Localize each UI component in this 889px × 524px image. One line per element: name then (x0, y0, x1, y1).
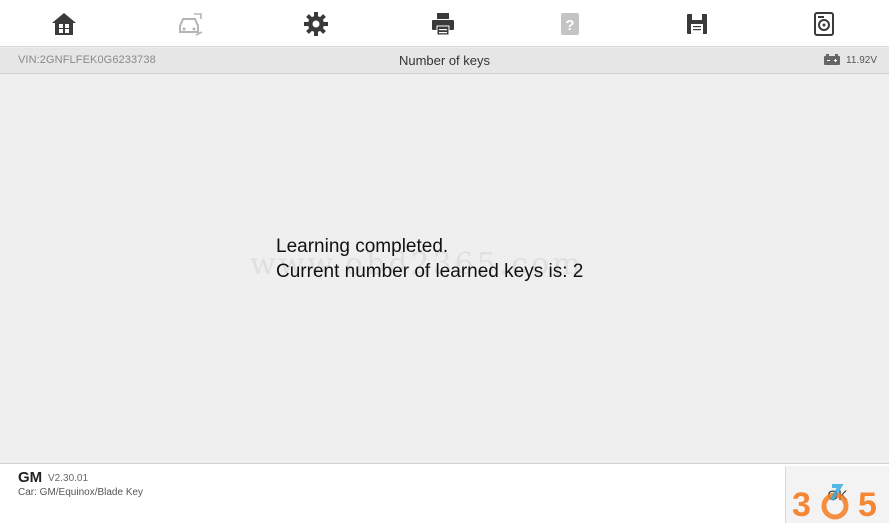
key-learning-screen: ? VIN:2GNFLFEK0G6233738 Number of keys 1… (0, 0, 889, 524)
print-icon (432, 13, 454, 36)
home-icon (52, 13, 76, 35)
svg-text:?: ? (565, 17, 574, 34)
vehicle-swap-button[interactable] (174, 8, 206, 40)
help-button[interactable]: ? (554, 8, 586, 40)
save-icon (687, 14, 707, 34)
settings-button[interactable] (300, 8, 332, 40)
data-log-button[interactable] (808, 8, 840, 40)
result-message: Learning completed. Current number of le… (276, 234, 583, 284)
main-content: www.obd2365.com Learning completed. Curr… (0, 75, 889, 463)
data-log-icon (814, 12, 834, 36)
software-version: V2.30.01 (48, 473, 89, 484)
page-title: Number of keys (398, 53, 491, 68)
status-bar: VIN:2GNFLFEK0G6233738 Number of keys 11.… (0, 48, 889, 74)
save-button[interactable] (681, 8, 713, 40)
top-toolbar: ? (0, 0, 889, 47)
svg-text:5: 5 (858, 486, 877, 524)
print-button[interactable] (427, 8, 459, 40)
help-icon: ? (561, 13, 579, 35)
message-line-2: Current number of learned keys is: 2 (276, 261, 584, 282)
vehicle-swap-icon (179, 13, 203, 36)
battery-icon (824, 54, 841, 65)
brand-logo: 3 5 (792, 484, 877, 524)
home-button[interactable] (48, 8, 80, 40)
message-line-1: Learning completed. (276, 236, 449, 257)
svg-text:3: 3 (792, 486, 811, 524)
gear-icon (304, 12, 328, 36)
car-path: Car: GM/Equinox/Blade Key (18, 487, 144, 498)
battery-voltage: 11.92V (823, 54, 877, 66)
footer: GM V2.30.01 Car: GM/Equinox/Blade Key OK (0, 463, 889, 524)
vehicle-make: GM (18, 469, 43, 486)
voltage-value: 11.92V (846, 54, 877, 66)
